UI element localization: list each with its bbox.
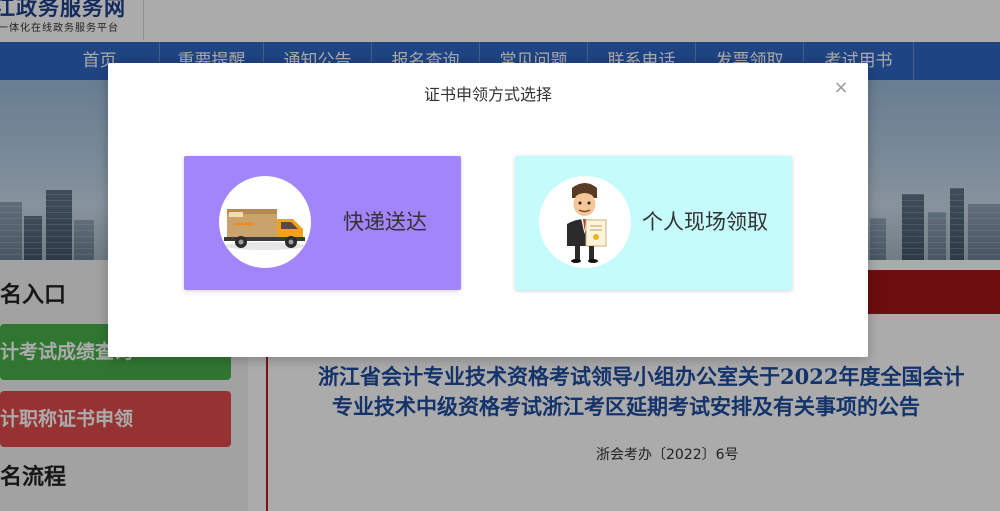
certificate-method-modal: 证书申领方式选择 × 快递送达 个人现场领取	[108, 63, 868, 357]
pickup-option-label: 个人现场领取	[642, 210, 768, 234]
delivery-option-button[interactable]: 快递送达	[184, 156, 461, 290]
person-certificate-icon	[539, 176, 631, 268]
delivery-option-label: 快递送达	[343, 210, 427, 234]
pickup-option-button[interactable]: 个人现场领取	[515, 156, 792, 290]
delivery-truck-icon	[219, 176, 311, 268]
modal-title: 证书申领方式选择	[423, 85, 552, 104]
close-icon[interactable]: ×	[830, 77, 852, 99]
